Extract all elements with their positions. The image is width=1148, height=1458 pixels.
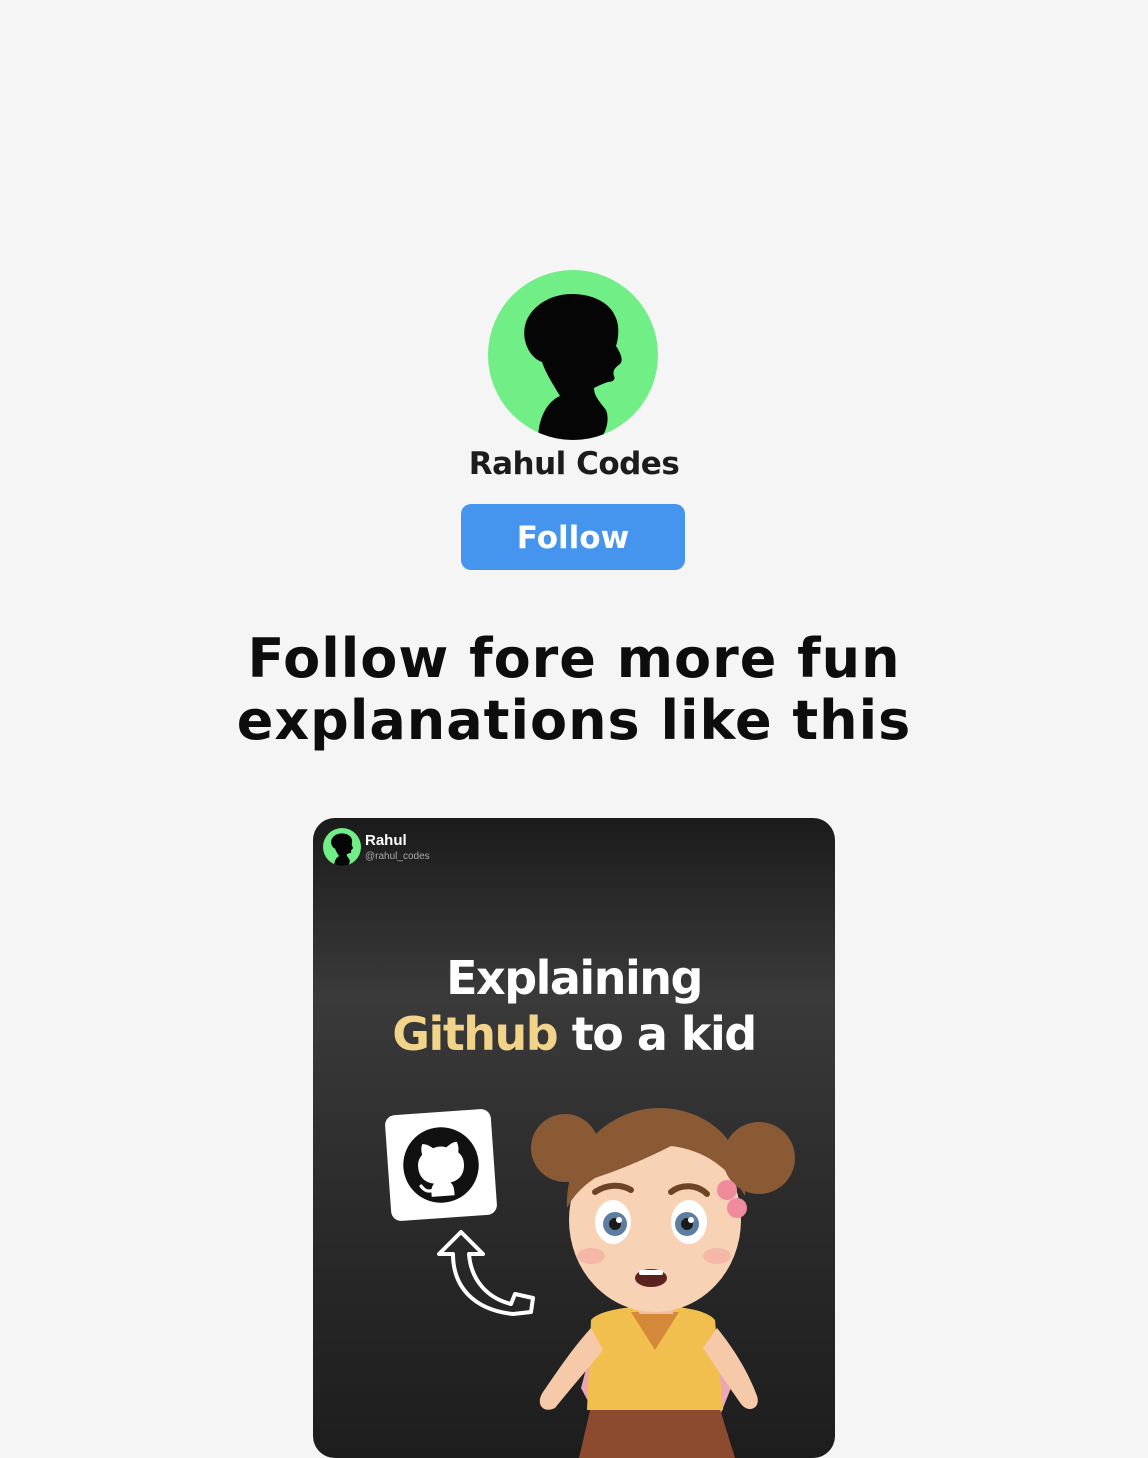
confused-kid-illustration — [531, 1108, 795, 1458]
post-title: Explaining Github to a kid — [313, 950, 835, 1062]
post-title-rest: to a kid — [557, 1007, 757, 1061]
person-silhouette-icon — [524, 294, 622, 440]
profile-name: Rahul Codes — [468, 446, 680, 482]
tagline-line-2: explanations like this — [236, 689, 912, 752]
post-title-line-2: Github to a kid — [313, 1006, 835, 1062]
post-title-line-1: Explaining — [446, 951, 703, 1005]
tagline-line-1: Follow fore more fun — [247, 627, 901, 690]
tagline: Follow fore more fun explanations like t… — [60, 628, 1088, 752]
person-silhouette-icon — [331, 833, 353, 866]
github-logo-tile — [384, 1108, 498, 1222]
github-icon — [403, 1127, 479, 1203]
post-preview-card[interactable]: Rahul @rahul_codes Explaining Github to … — [313, 818, 835, 1458]
follow-button[interactable]: Follow — [461, 504, 685, 570]
post-avatar — [323, 828, 361, 866]
post-title-highlight: Github — [392, 1007, 558, 1061]
post-author-name: Rahul — [365, 832, 407, 849]
post-author-handle: @rahul_codes — [365, 851, 430, 862]
profile-avatar[interactable] — [488, 270, 658, 440]
